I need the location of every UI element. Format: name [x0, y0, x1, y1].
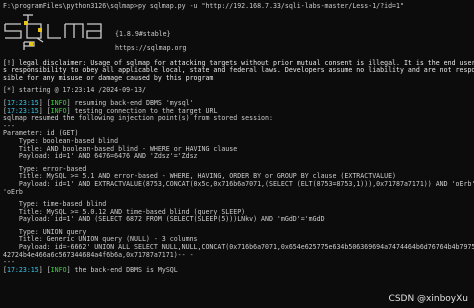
error-payload-cont: 'oErb [3, 187, 23, 196]
watermark: CSDN @xinboyXu [388, 294, 468, 305]
sqlmap-logo-block: {1.8.9#stable} https://sqlmap.org [3, 11, 474, 55]
log-message: the back-end DBMS is MySQL [74, 265, 178, 274]
log-level: INFO [50, 265, 67, 274]
sqlmap-logo-icon [4, 13, 102, 50]
log-line: [17:23:15] [INFO] the back-end DBMS is M… [3, 265, 178, 274]
command-line: F:\programFiles\python3126\sqlmap>py sql… [3, 2, 404, 10]
union-payload-cont: 42724b4e466a6c567344684a4f6b6a,0x71787a7… [3, 250, 194, 259]
disclaimer-line: sible for any misuse or damage caused by… [3, 73, 214, 82]
resumed-line: sqlmap resumed the following injection p… [3, 114, 273, 123]
error-payload: Payload: id=1' AND EXTRACTVALUE(8753,CON… [3, 179, 474, 188]
starting-line: [*] starting @ 17:23:14 /2024-09-13/ [3, 86, 146, 95]
boolean-payload: Payload: id=1' AND 6476=6476 AND 'Zdsz'=… [3, 152, 198, 161]
time-payload: Payload: id=1' AND (SELECT 6872 FROM (SE… [3, 215, 325, 224]
logo-version: {1.8.9#stable} [115, 29, 171, 38]
terminal-output[interactable]: F:\programFiles\python3126\sqlmap>py sql… [3, 2, 474, 308]
log-time: 17:23:15 [6, 265, 39, 274]
logo-url: https://sqlmap.org [115, 43, 187, 52]
